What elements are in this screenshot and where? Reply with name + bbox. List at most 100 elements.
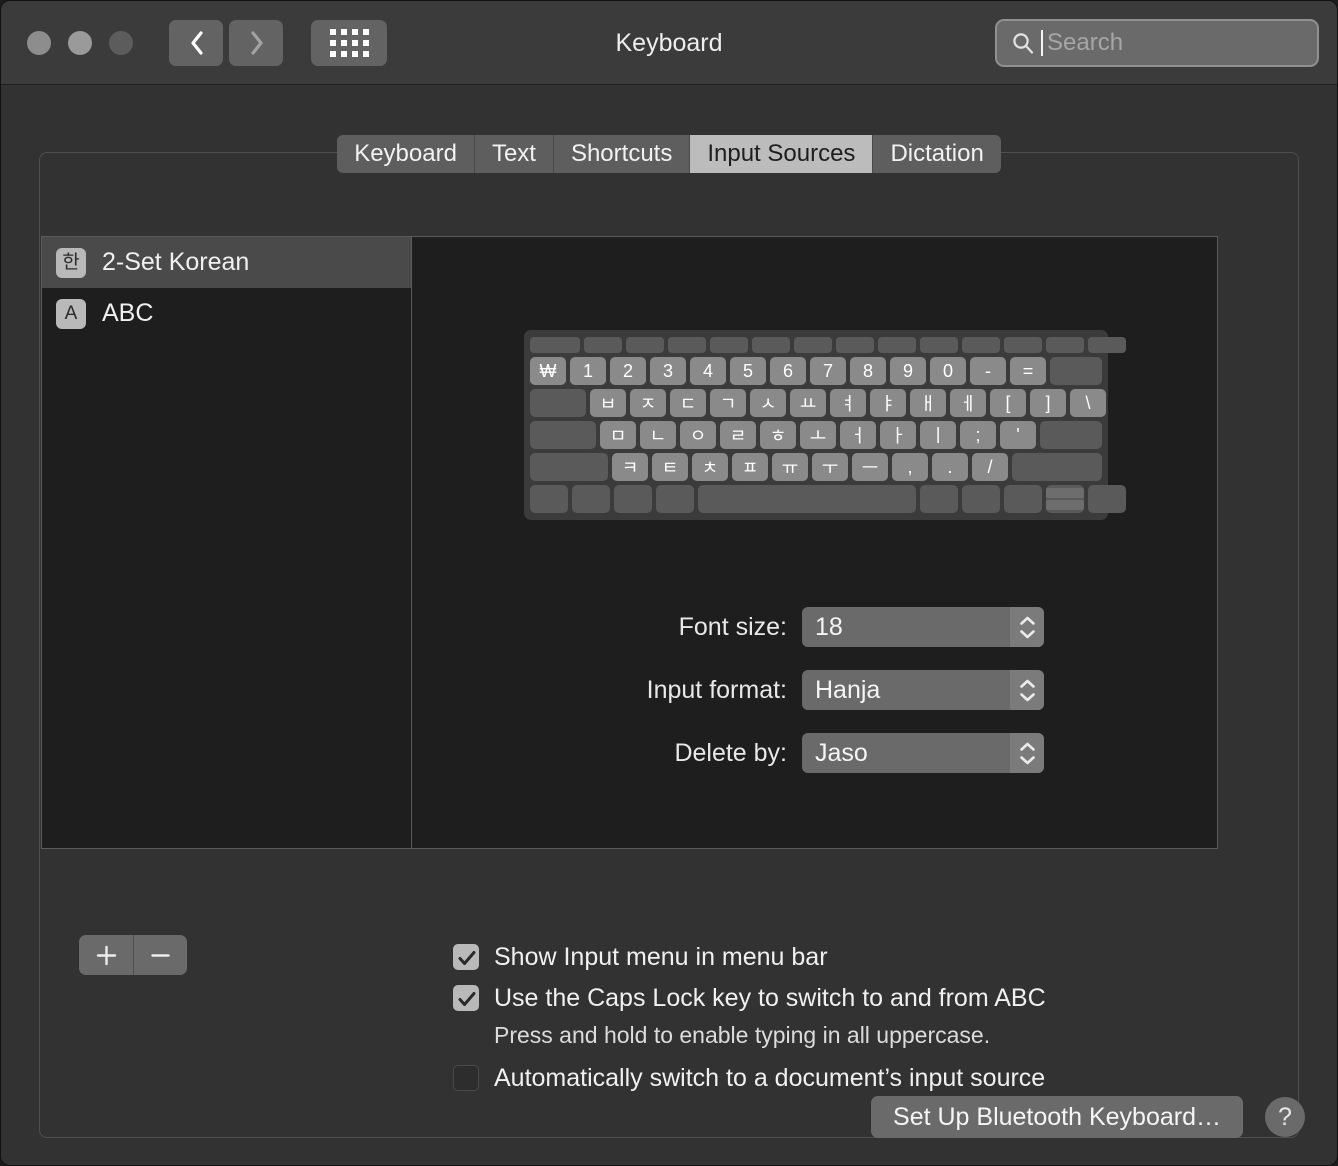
- auto-switch-checkbox[interactable]: [453, 1065, 479, 1091]
- keyboard-key-function: [710, 337, 748, 353]
- keyboard-key-modifier: [1012, 453, 1102, 481]
- keyboard-key: ㄷ: [670, 389, 706, 417]
- keyboard-key: 7: [810, 357, 846, 385]
- input-format-select[interactable]: Hanja: [802, 670, 1044, 710]
- input-source-options: Show Input menu in menu bar Use the Caps…: [453, 940, 1046, 1102]
- caps-lock-switch-checkbox[interactable]: [453, 985, 479, 1011]
- keyboard-key: 6: [770, 357, 806, 385]
- back-button[interactable]: [169, 19, 223, 66]
- search-field[interactable]: Search: [995, 19, 1319, 67]
- keyboard-key: ;: [960, 421, 996, 449]
- input-source-list[interactable]: 한 2-Set Korean A ABC: [42, 237, 412, 848]
- keyboard-key: ㅇ: [680, 421, 716, 449]
- keyboard-key-modifier: [530, 453, 608, 481]
- tab-keyboard[interactable]: Keyboard: [337, 135, 475, 173]
- tab-group: Keyboard Text Shortcuts Input Sources Di…: [337, 135, 1001, 173]
- keyboard-key: \: [1070, 389, 1106, 417]
- input-sources-split-view: 한 2-Set Korean A ABC ₩1 2 3 4 5 6 7 8 9 0- = ㅂㅈㄷㄱㅅㅛ…: [41, 236, 1218, 849]
- add-input-source-button[interactable]: [79, 935, 133, 975]
- keyboard-key-function: [920, 337, 958, 353]
- keyboard-key: 1: [570, 357, 606, 385]
- keyboard-row: ₩1 2 3 4 5 6 7 8 9 0- =: [530, 357, 1102, 385]
- tab-dictation[interactable]: Dictation: [873, 135, 1001, 173]
- keyboard-key: [: [990, 389, 1026, 417]
- keyboard-key-function: [1004, 337, 1042, 353]
- keyboard-key: /: [972, 453, 1008, 481]
- delete-by-value: Jaso: [815, 738, 868, 767]
- keyboard-key: ㅎ: [760, 421, 796, 449]
- list-item[interactable]: 한 2-Set Korean: [42, 237, 411, 288]
- list-item[interactable]: A ABC: [42, 288, 411, 339]
- delete-by-stepper-arrows[interactable]: [1010, 733, 1044, 773]
- chevron-left-icon: [190, 30, 203, 55]
- korean-source-icon: 한: [56, 247, 86, 278]
- keyboard-key-modifier: [962, 485, 1000, 513]
- minimize-window-button[interactable]: [68, 30, 92, 55]
- chevron-down-icon: [1019, 692, 1035, 701]
- forward-button[interactable]: [229, 19, 283, 66]
- show-input-menu-checkbox[interactable]: [453, 944, 479, 970]
- input-format-stepper-arrows[interactable]: [1010, 670, 1044, 710]
- keyboard-key: ㅌ: [652, 453, 688, 481]
- keyboard-key: ㅑ: [870, 389, 906, 417]
- font-size-stepper-arrows[interactable]: [1010, 607, 1044, 647]
- keyboard-key: ㅏ: [880, 421, 916, 449]
- keyboard-key: 4: [690, 357, 726, 385]
- keyboard-key: 9: [890, 357, 926, 385]
- tab-text[interactable]: Text: [474, 135, 554, 173]
- chevron-right-icon: [250, 30, 263, 55]
- caps-lock-switch-row[interactable]: Use the Caps Lock key to switch to and f…: [453, 981, 1046, 1015]
- set-up-bluetooth-keyboard-button[interactable]: Set Up Bluetooth Keyboard…: [871, 1096, 1243, 1138]
- keyboard-key: -: [970, 357, 1006, 385]
- tab-shortcuts[interactable]: Shortcuts: [553, 135, 691, 173]
- zoom-window-button[interactable]: [109, 30, 133, 55]
- keyboard-key: ₩: [530, 357, 566, 385]
- keyboard-key: 5: [730, 357, 766, 385]
- keyboard-key-function: [752, 337, 790, 353]
- keyboard-key: ,: [892, 453, 928, 481]
- search-icon: [1013, 33, 1034, 54]
- keyboard-key-function: [668, 337, 706, 353]
- keyboard-key-function: [962, 337, 1000, 353]
- keyboard-key: ㅐ: [910, 389, 946, 417]
- close-window-button[interactable]: [27, 30, 51, 55]
- keyboard-row: [530, 337, 1126, 353]
- delete-by-label: Delete by:: [674, 738, 787, 767]
- keyboard-key-modifier: [530, 485, 568, 513]
- keyboard-key-modifier: [530, 421, 596, 449]
- minus-icon: [151, 953, 170, 957]
- keyboard-key: 3: [650, 357, 686, 385]
- font-size-value: 18: [815, 612, 843, 641]
- keyboard-key: ㅁ: [600, 421, 636, 449]
- delete-by-select[interactable]: Jaso: [802, 733, 1044, 773]
- grid-view-icon: [329, 28, 369, 57]
- show-all-preferences-button[interactable]: [311, 19, 387, 66]
- tab-input-sources[interactable]: Input Sources: [690, 135, 874, 173]
- keyboard-key: ㅋ: [612, 453, 648, 481]
- keyboard-row: ㅋㅌㅊㅍㅠㅜㅡ,. /: [530, 453, 1102, 481]
- keyboard-key-function: [1046, 337, 1084, 353]
- keyboard-key-function: [878, 337, 916, 353]
- list-item-label: 2-Set Korean: [102, 248, 250, 276]
- keyboard-key-arrows: [1046, 485, 1084, 513]
- show-input-menu-row[interactable]: Show Input menu in menu bar: [453, 940, 1046, 974]
- keyboard-key-modifier: [572, 485, 610, 513]
- keyboard-key: ㅓ: [840, 421, 876, 449]
- keyboard-key-modifier: [656, 485, 694, 513]
- help-button[interactable]: ?: [1265, 1097, 1305, 1137]
- keyboard-layout-preview: ₩1 2 3 4 5 6 7 8 9 0- = ㅂㅈㄷㄱㅅㅛㅕㅑㅐㅔ[] \ ㅁㄴㅇㄹㅎㅗㅓㅏㅣ; ' ㅋㅌㅊ…: [524, 330, 1126, 520]
- font-size-stepper[interactable]: 18: [802, 607, 1044, 647]
- remove-input-source-button[interactable]: [133, 935, 187, 975]
- tab-bar: Keyboard Text Shortcuts Input Sources Di…: [1, 135, 1337, 173]
- search-placeholder: Search: [1047, 29, 1124, 56]
- keyboard-key-modifier: [1040, 421, 1102, 449]
- auto-switch-row[interactable]: Automatically switch to a document’s inp…: [453, 1061, 1046, 1095]
- input-format-value: Hanja: [815, 675, 881, 704]
- keyboard-key: ㅗ: [800, 421, 836, 449]
- keyboard-key: ': [1000, 421, 1036, 449]
- chevron-down-icon: [1019, 629, 1035, 638]
- keyboard-key: ㅠ: [772, 453, 808, 481]
- keyboard-key: 2: [610, 357, 646, 385]
- korean-input-settings: Font size: 18 Input format: Hanja Delete…: [412, 607, 1217, 796]
- window-footer: Set Up Bluetooth Keyboard… ?: [871, 1096, 1305, 1138]
